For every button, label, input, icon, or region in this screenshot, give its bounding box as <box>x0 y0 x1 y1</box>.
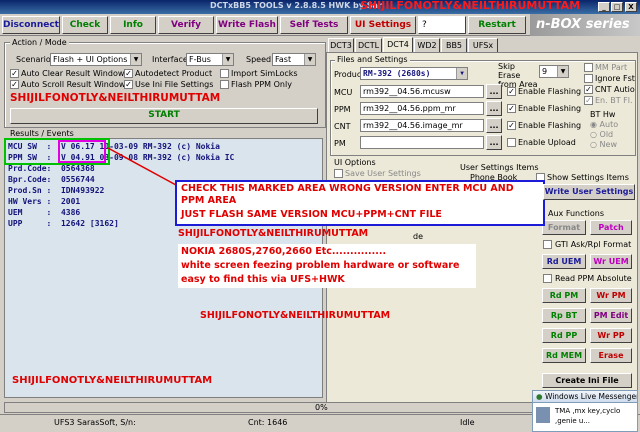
messenger-icon: ● <box>536 392 543 401</box>
messenger-popup[interactable]: ● Windows Live Messenger TMA ,mx key,cyc… <box>532 390 638 432</box>
messenger-text-1: TMA ,mx key,cyclo <box>555 407 621 415</box>
annotation-box: CHECK THIS MARKED AREA WRONG VERSION ENT… <box>175 180 545 226</box>
info-note-2: white screen feezing problem hardware or… <box>181 260 460 271</box>
annotation-line-3: JUST FLASH SAME VERSION MCU+PPM+CNT FILE <box>181 209 442 220</box>
write-user-settings-button[interactable]: Write User Settings <box>543 184 635 200</box>
info-note-1: NOKIA 2680S,2760,2660 Etc............... <box>181 246 387 257</box>
status-state: Idle <box>460 418 475 427</box>
info-note-3: easy to find this via UFS+HWK <box>181 274 345 285</box>
watermark-note-4: SHIJILFONOTLY&NEILTHIRUMUTTAM <box>12 375 213 386</box>
status-serial: UFS3 SarasSoft, S/n: <box>54 418 136 427</box>
messenger-avatar <box>536 407 550 423</box>
messenger-text-2: ,genie u... <box>555 417 590 425</box>
messenger-title: Windows Live Messenger <box>544 392 637 401</box>
tab-dct4[interactable]: DCT4 <box>383 37 413 52</box>
annotation-line-2: PPM AREA <box>181 195 237 206</box>
watermark-note-1: SHIJILFONOTLY&NEILTHIRUMUTTAM <box>178 228 369 239</box>
annotation-line-1: CHECK THIS MARKED AREA WRONG VERSION ENT… <box>181 183 514 194</box>
messenger-header: ● Windows Live Messenger <box>533 391 637 403</box>
progress-label: 0% <box>315 403 328 412</box>
status-cnt: Cnt: 1646 <box>248 418 288 427</box>
watermark-note-3: SHIJILFONOTLY&NEILTHIRUMUTTAM <box>200 310 391 321</box>
